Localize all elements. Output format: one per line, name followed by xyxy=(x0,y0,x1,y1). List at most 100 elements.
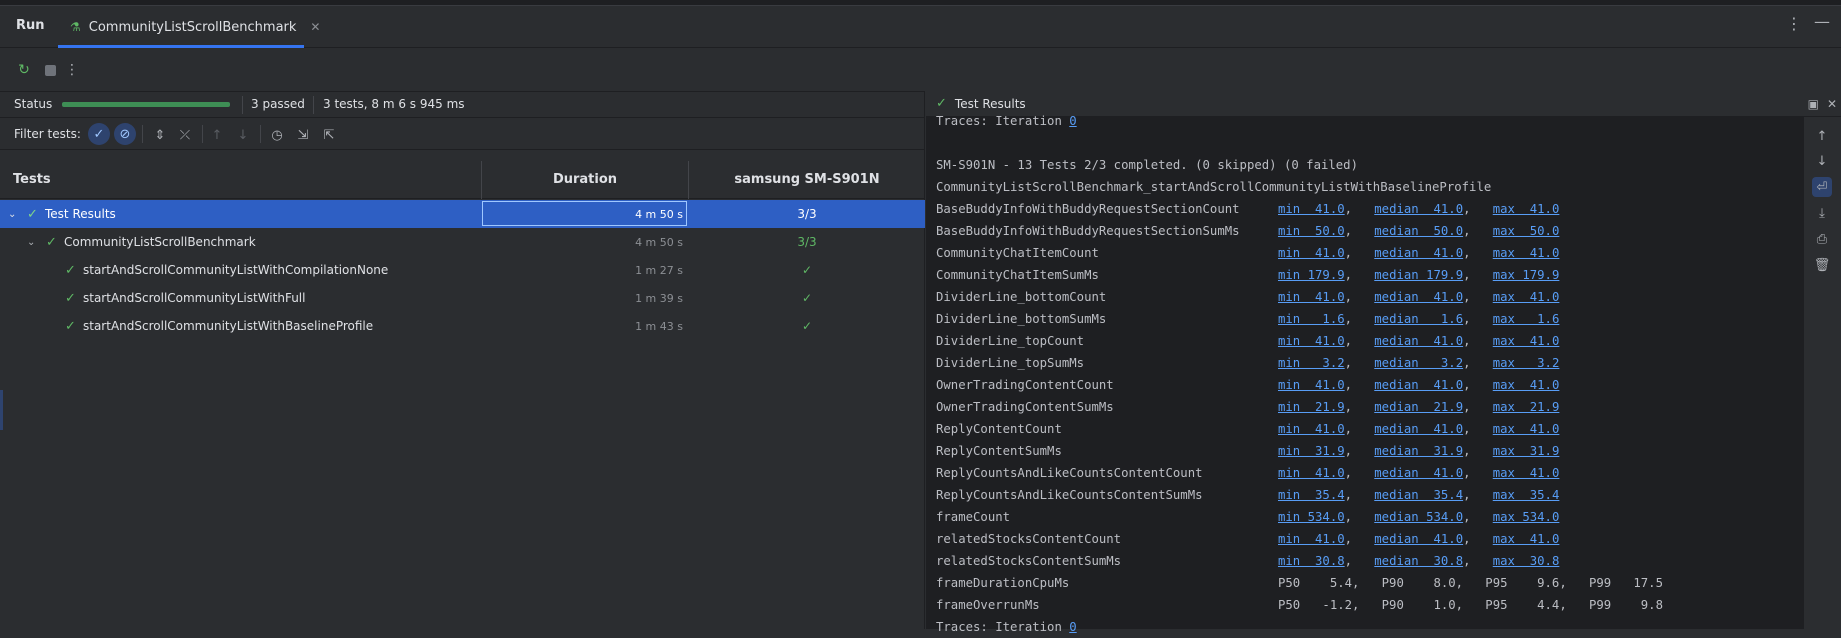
tab-title: CommunityListScrollBenchmark xyxy=(88,19,297,35)
metric-min-link[interactable]: min 41.0 xyxy=(1278,528,1345,550)
metric-median-link[interactable]: median 30.8 xyxy=(1374,550,1463,572)
status-passed: 3 passed xyxy=(251,97,305,111)
metric-median-link[interactable]: median 179.9 xyxy=(1374,264,1463,286)
metric-median-link[interactable]: median 41.0 xyxy=(1374,462,1463,484)
metric-median-link[interactable]: median 41.0 xyxy=(1374,374,1463,396)
metric-median-link[interactable]: median 41.0 xyxy=(1374,418,1463,440)
divider xyxy=(202,125,203,143)
tree-row[interactable]: ✓ startAndScrollCommunityListWithBaseline… xyxy=(0,312,925,340)
tree-row[interactable]: ⌄ ✓ Test Results 4 m 50 s 3/3 xyxy=(0,200,925,228)
duration-value: 1 m 39 s xyxy=(635,291,683,305)
metric-max-link[interactable]: max 3.2 xyxy=(1493,352,1560,374)
soft-wrap-icon[interactable]: ⏎ xyxy=(1812,177,1832,197)
history-icon[interactable]: ◷ xyxy=(267,125,287,145)
metric-name: frameCount xyxy=(936,510,1011,524)
metric-max-link[interactable]: max 35.4 xyxy=(1493,484,1560,506)
metric-max-link[interactable]: max 1.6 xyxy=(1493,308,1560,330)
scroll-down-icon[interactable]: ↓ xyxy=(1812,151,1832,171)
metric-line: CommunityChatItemSumMs min 179.9, median … xyxy=(936,264,1796,286)
metric-min-link[interactable]: min 41.0 xyxy=(1278,198,1345,220)
metric-max-link[interactable]: max 41.0 xyxy=(1493,198,1560,220)
metric-min-link[interactable]: min 3.2 xyxy=(1278,352,1345,374)
divider xyxy=(142,125,143,143)
column-device[interactable]: samsung SM-S901N xyxy=(689,172,925,187)
print-icon[interactable]: ⎙ xyxy=(1812,229,1832,249)
metric-max-link[interactable]: max 179.9 xyxy=(1493,264,1560,286)
metric-median-link[interactable]: median 1.6 xyxy=(1374,308,1463,330)
chevron-down-icon[interactable]: ⌄ xyxy=(27,237,35,248)
metric-min-link[interactable]: min 41.0 xyxy=(1278,462,1345,484)
metric-min-link[interactable]: min 50.0 xyxy=(1278,220,1345,242)
show-passed-toggle-icon[interactable]: ✓ xyxy=(88,123,110,145)
export-icon[interactable]: ⇱ xyxy=(319,125,339,145)
duration-value: 4 m 50 s xyxy=(635,207,683,221)
metric-median-link[interactable]: median 50.0 xyxy=(1374,220,1463,242)
chevron-down-icon[interactable]: ⌄ xyxy=(8,209,16,220)
metric-line: BaseBuddyInfoWithBuddyRequestSectionCoun… xyxy=(936,198,1796,220)
metric-max-link[interactable]: max 31.9 xyxy=(1493,440,1560,462)
trace-link[interactable]: 0 xyxy=(1069,616,1076,638)
run-label: Run xyxy=(16,18,45,33)
metric-min-link[interactable]: min 31.9 xyxy=(1278,440,1345,462)
status-label: Status xyxy=(14,97,53,111)
metric-max-link[interactable]: max 41.0 xyxy=(1493,286,1560,308)
metric-median-link[interactable]: median 41.0 xyxy=(1374,242,1463,264)
metric-min-link[interactable]: min 41.0 xyxy=(1278,374,1345,396)
tree-row[interactable]: ✓ startAndScrollCommunityListWithFull 1 m … xyxy=(0,284,925,312)
metric-min-link[interactable]: min 41.0 xyxy=(1278,330,1345,352)
metric-min-link[interactable]: min 41.0 xyxy=(1278,418,1345,440)
clear-trash-icon[interactable]: 🗑 xyxy=(1812,255,1832,275)
metric-name: BaseBuddyInfoWithBuddyRequestSectionSumM… xyxy=(936,224,1240,238)
metric-min-link[interactable]: min 41.0 xyxy=(1278,286,1345,308)
metric-median-link[interactable]: median 3.2 xyxy=(1374,352,1463,374)
column-tests[interactable]: Tests xyxy=(13,172,51,187)
previous-failed-icon[interactable]: ↑ xyxy=(207,125,227,145)
layout-icon[interactable]: ▣ xyxy=(1808,97,1819,111)
metric-max-link[interactable]: max 41.0 xyxy=(1493,330,1560,352)
metric-median-link[interactable]: median 534.0 xyxy=(1374,506,1463,528)
metric-max-link[interactable]: max 30.8 xyxy=(1493,550,1560,572)
more-options-icon[interactable]: ⋮ xyxy=(1786,14,1802,33)
close-panel-icon[interactable]: ✕ xyxy=(1827,97,1837,111)
metric-median-link[interactable]: median 35.4 xyxy=(1374,484,1463,506)
scroll-to-end-icon[interactable]: ⤓ xyxy=(1812,203,1832,223)
metric-median-link[interactable]: median 31.9 xyxy=(1374,440,1463,462)
metric-median-link[interactable]: median 41.0 xyxy=(1374,330,1463,352)
metric-max-link[interactable]: max 41.0 xyxy=(1493,528,1560,550)
metric-median-link[interactable]: median 21.9 xyxy=(1374,396,1463,418)
trace-link[interactable]: 0 xyxy=(1069,110,1076,132)
metric-median-link[interactable]: median 41.0 xyxy=(1374,198,1463,220)
metric-max-link[interactable]: max 21.9 xyxy=(1493,396,1560,418)
metric-min-link[interactable]: min 179.9 xyxy=(1278,264,1345,286)
metric-max-link[interactable]: max 534.0 xyxy=(1493,506,1560,528)
import-icon[interactable]: ⇲ xyxy=(293,125,313,145)
metric-median-link[interactable]: median 41.0 xyxy=(1374,528,1463,550)
metric-min-link[interactable]: min 21.9 xyxy=(1278,396,1345,418)
stop-icon[interactable] xyxy=(40,60,60,80)
toolbar-more-icon[interactable]: ⋮ xyxy=(62,60,82,80)
metric-max-link[interactable]: max 41.0 xyxy=(1493,418,1560,440)
scroll-up-icon[interactable]: ↑ xyxy=(1812,126,1832,146)
metric-median-link[interactable]: median 41.0 xyxy=(1374,286,1463,308)
metric-max-link[interactable]: max 41.0 xyxy=(1493,462,1560,484)
rerun-icon[interactable]: ↻ xyxy=(14,60,34,80)
expand-all-icon[interactable]: ⇕ xyxy=(150,125,170,145)
tree-row[interactable]: ✓ startAndScrollCommunityListWithCompilat… xyxy=(0,256,925,284)
metric-min-link[interactable]: min 41.0 xyxy=(1278,242,1345,264)
column-duration[interactable]: Duration xyxy=(482,172,688,187)
metric-max-link[interactable]: max 41.0 xyxy=(1493,374,1560,396)
metric-max-link[interactable]: max 41.0 xyxy=(1493,242,1560,264)
metric-min-link[interactable]: min 1.6 xyxy=(1278,308,1345,330)
close-icon[interactable]: ✕ xyxy=(310,20,320,34)
metric-min-link[interactable]: min 30.8 xyxy=(1278,550,1345,572)
minimize-icon[interactable]: — xyxy=(1814,12,1830,31)
console-output[interactable]: Traces: Iteration 0 SM-S901N - 13 Tests 2… xyxy=(936,110,1796,638)
collapse-all-icon[interactable]: ⤫ xyxy=(175,125,195,145)
metric-min-link[interactable]: min 35.4 xyxy=(1278,484,1345,506)
tab-community-list-scroll-benchmark[interactable]: ⚗ CommunityListScrollBenchmark ✕ xyxy=(58,6,332,48)
show-ignored-toggle-icon[interactable]: ⊘ xyxy=(114,123,136,145)
metric-min-link[interactable]: min 534.0 xyxy=(1278,506,1345,528)
metric-max-link[interactable]: max 50.0 xyxy=(1493,220,1560,242)
tree-row[interactable]: ⌄ ✓ CommunityListScrollBenchmark 4 m 50 s 3/… xyxy=(0,228,925,256)
next-failed-icon[interactable]: ↓ xyxy=(233,125,253,145)
